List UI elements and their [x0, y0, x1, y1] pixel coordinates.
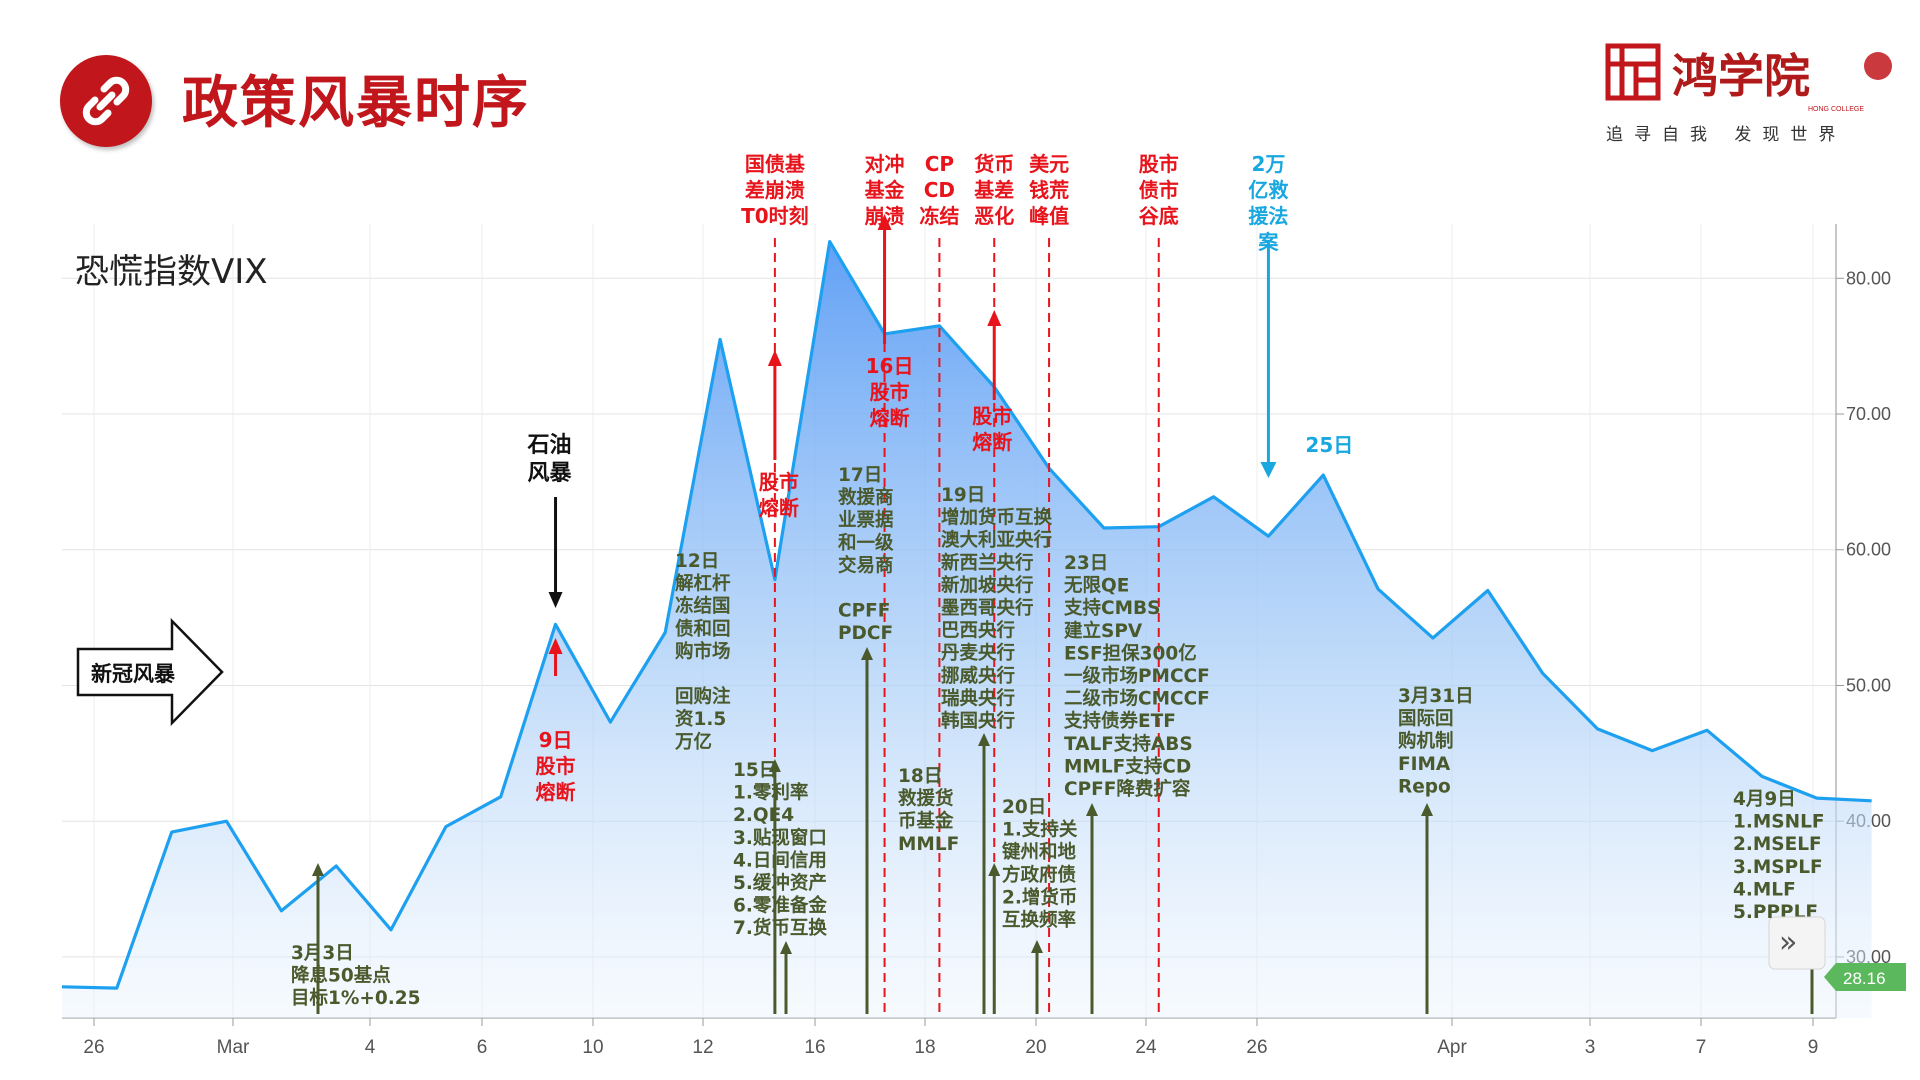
vix-chart: 26Mar4610121618202426Apr379 30.0040.0050…	[60, 152, 1910, 1062]
x-tick-label: 26	[1246, 1037, 1267, 1058]
x-tick-label: 6	[477, 1037, 488, 1058]
top-event-label: 美元钱荒峰值	[1029, 152, 1069, 228]
y-tick-label: 60.00	[1846, 540, 1891, 560]
x-tick-label: 7	[1696, 1037, 1707, 1058]
chart-title: 恐慌指数VIX	[75, 252, 268, 292]
crash-16-label: 16日股市熔断	[866, 354, 914, 430]
top-event-label: 国债基差崩溃 T0时刻	[741, 152, 809, 228]
y-tick-label: 50.00	[1846, 675, 1891, 695]
x-tick-label: 26	[83, 1037, 104, 1058]
x-tick-label: 16	[804, 1037, 825, 1058]
y-tick-label: 80.00	[1846, 268, 1891, 288]
x-tick-label: 3	[1585, 1037, 1596, 1058]
y-tick-label: 70.00	[1846, 404, 1891, 424]
x-tick-label: 20	[1025, 1037, 1046, 1058]
x-tick-label: 24	[1135, 1037, 1157, 1058]
x-tick-label: 18	[914, 1037, 935, 1058]
policy-label: 17日救援商业票据和一级交易商 CPFF PDCF	[838, 465, 894, 644]
crash-9-label: 9日股市熔断	[536, 728, 576, 804]
x-tick-label: 12	[692, 1037, 713, 1058]
last-value-badge: 28.16	[1824, 963, 1906, 991]
rescue-day-label: 25日	[1305, 433, 1353, 457]
covid-storm-label: 新冠风暴	[91, 662, 176, 686]
last-value-label: 28.16	[1843, 969, 1886, 988]
x-tick-label: 4	[365, 1037, 376, 1058]
scroll-forward-button[interactable]: »	[1768, 916, 1826, 970]
x-tick-label: Apr	[1437, 1037, 1467, 1058]
x-tick-label: Mar	[217, 1037, 250, 1058]
x-tick-label: 9	[1808, 1037, 1819, 1058]
double-chevron-right-icon: »	[1779, 925, 1797, 960]
x-tick-label: 10	[582, 1037, 603, 1058]
top-event-label: 股市债市谷底	[1139, 152, 1179, 228]
policy-label: 12日解杠杆冻结国债和回购市场 回购注资1.5 万亿	[674, 551, 731, 753]
top-event-label: 货币基差恶化	[974, 152, 1014, 228]
top-event-label: CP CD 冻结	[919, 152, 959, 228]
